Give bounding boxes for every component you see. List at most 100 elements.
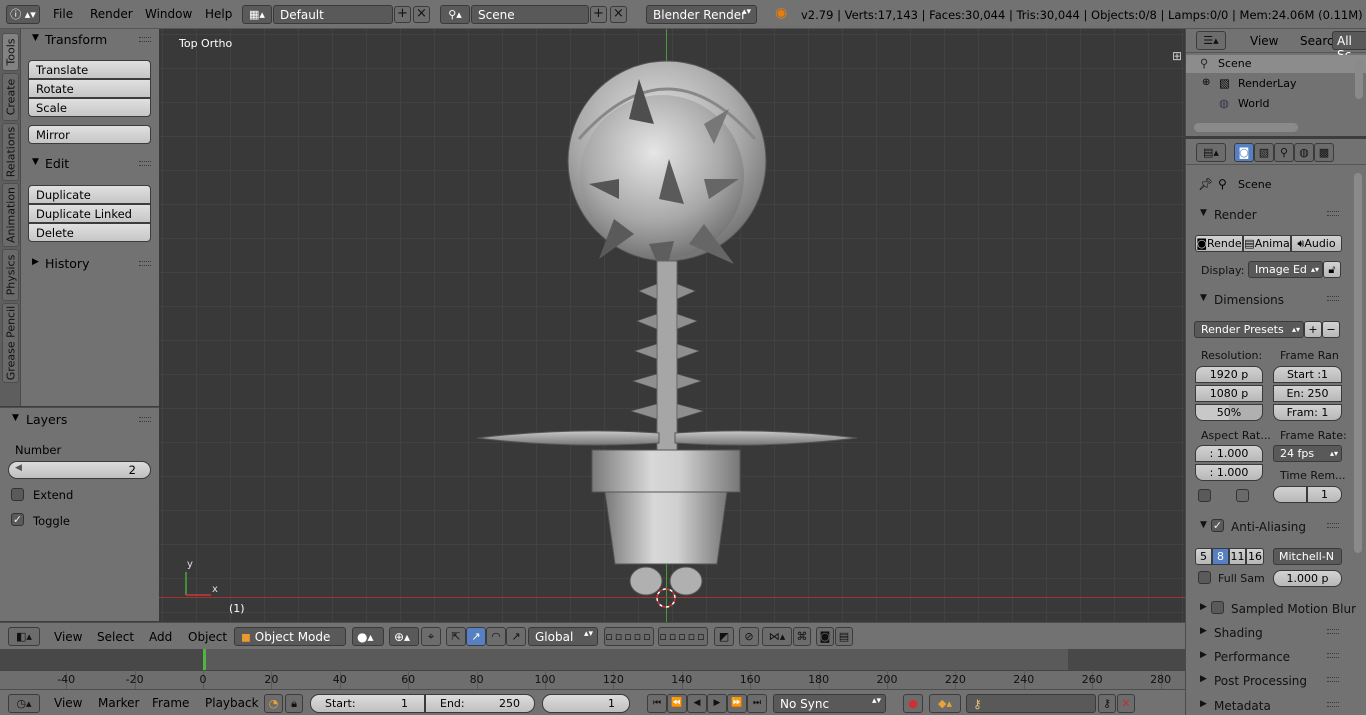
layer-number-field[interactable]: ◀ 2 — [8, 461, 151, 479]
scene-name[interactable]: Scene — [471, 5, 589, 24]
pivot-selector[interactable]: ⊕▴ — [389, 627, 419, 646]
jump-keyframe-forward-icon[interactable]: ⏩ — [727, 694, 747, 713]
resolution-y-field[interactable]: 1080 p — [1195, 385, 1263, 402]
context-layers-button[interactable]: ▧ — [1254, 143, 1274, 162]
context-render-button[interactable]: ◙ — [1234, 143, 1254, 162]
mirror-button[interactable]: Mirror — [28, 125, 151, 144]
properties-scrollbar[interactable] — [1354, 173, 1362, 553]
panel-grip-icon[interactable] — [139, 161, 151, 166]
anti-aliasing-checkbox[interactable]: ✓ — [1211, 519, 1224, 532]
add-screen-button[interactable]: + — [394, 6, 411, 23]
screen-layout-name[interactable]: Default — [273, 5, 393, 24]
panel-grip-icon[interactable] — [139, 37, 151, 42]
sampled-motion-blur-panel-header[interactable]: ▶ Sampled Motion Blur — [1186, 598, 1366, 620]
aa-samples-11[interactable]: 11 — [1229, 548, 1246, 565]
menu-render[interactable]: Render — [90, 7, 133, 21]
crop-checkbox[interactable] — [1236, 489, 1249, 502]
proportional-edit-button[interactable]: ⊘ — [739, 627, 759, 646]
render-animation-button[interactable]: ▤Anima — [1243, 235, 1291, 252]
panel-grip-icon[interactable] — [1327, 653, 1339, 658]
select-menu[interactable]: Select — [97, 630, 134, 644]
outliner-v-scrollbar[interactable] — [1355, 59, 1363, 99]
auto-keying-button[interactable]: ● — [903, 694, 923, 713]
menu-help[interactable]: Help — [205, 7, 232, 21]
menu-file[interactable]: File — [53, 7, 73, 21]
context-world-button[interactable]: ◍ — [1294, 143, 1314, 162]
jump-end-icon[interactable]: ⏭ — [747, 694, 767, 713]
preview-range-button[interactable]: ◔ — [264, 694, 283, 713]
viewport-shading-selector[interactable]: ●▴ — [352, 627, 384, 646]
play-icon[interactable]: ▶ — [707, 694, 727, 713]
transform-panel-header[interactable]: ▼ Transform — [0, 30, 159, 50]
layer-buttons-group-1[interactable]: ▫▫▫▫▫ — [604, 627, 654, 646]
render-animation-button[interactable]: ▤ — [835, 627, 853, 646]
time-remap-old-field[interactable] — [1273, 486, 1307, 503]
start-frame-field[interactable]: Start: 1 — [310, 694, 425, 713]
lock-interface-button[interactable]: 🔓︎ — [1323, 261, 1341, 278]
render-presets-selector[interactable]: Render Presets ▴▾ — [1194, 321, 1304, 338]
tab-grease-pencil[interactable]: Grease Pencil — [2, 303, 19, 383]
render-still-button[interactable]: ◙Rende — [1195, 235, 1243, 252]
scale-manipulator-button[interactable]: ◠ — [486, 627, 506, 646]
dimensions-panel-header[interactable]: ▼ Dimensions — [1186, 289, 1366, 311]
render-audio-button[interactable]: 🔊︎Audio — [1291, 235, 1342, 252]
duplicate-linked-button[interactable]: Duplicate Linked — [28, 204, 151, 223]
delete-button[interactable]: Delete — [28, 223, 151, 242]
transform-orientation-selector[interactable]: Global ▴▾ — [528, 627, 598, 646]
manipulator-toggle-button[interactable]: ⌖ — [421, 627, 441, 646]
object-menu[interactable]: Object — [188, 630, 227, 644]
render-engine-selector[interactable]: Blender Render ▴▾ — [646, 5, 757, 24]
lock-camera-button[interactable]: ◩ — [714, 627, 734, 646]
duplicate-button[interactable]: Duplicate — [28, 185, 151, 204]
panel-grip-icon[interactable] — [1327, 677, 1339, 682]
keying-set-selector[interactable]: ◆▴ — [929, 694, 961, 713]
editor-type-info-button[interactable]: ⓘ ▴▾ — [6, 5, 40, 24]
panel-grip-icon[interactable] — [139, 417, 151, 422]
editor-type-outliner-button[interactable]: ☰▴ — [1196, 31, 1226, 50]
panel-grip-icon[interactable] — [1327, 523, 1339, 528]
scale-manipulator-button-2[interactable]: ↗ — [506, 627, 526, 646]
panel-grip-icon[interactable] — [139, 261, 151, 266]
extend-checkbox[interactable] — [11, 488, 24, 501]
frame-menu[interactable]: Frame — [152, 696, 189, 710]
add-menu[interactable]: Add — [149, 630, 172, 644]
current-frame-marker[interactable] — [203, 649, 206, 670]
lock-range-button[interactable]: 🔒︎ — [285, 694, 303, 713]
sync-mode-selector[interactable]: No Sync ▴▾ — [773, 694, 886, 713]
context-texture-button[interactable]: ▩ — [1314, 143, 1334, 162]
pin-icon[interactable]: 📌︎ — [1198, 177, 1213, 191]
layers-panel-header[interactable]: ▼ Layers — [0, 410, 159, 430]
outliner-row-renderlayers[interactable]: ⊕ ▧ RenderLay — [1186, 75, 1366, 93]
timeline-view-menu[interactable]: View — [54, 696, 82, 710]
mode-selector[interactable]: ◼ Object Mode — [234, 627, 346, 646]
motion-blur-checkbox[interactable] — [1211, 601, 1224, 614]
frame-step-field[interactable]: Fram: 1 — [1273, 404, 1342, 421]
jump-start-icon[interactable]: ⏮ — [647, 694, 667, 713]
rotate-button[interactable]: Rotate — [28, 79, 151, 98]
end-frame-field[interactable]: End: 250 — [425, 694, 535, 713]
outliner-view-menu[interactable]: View — [1250, 34, 1278, 48]
remove-preset-button[interactable]: − — [1322, 321, 1340, 338]
marker-menu[interactable]: Marker — [98, 696, 139, 710]
expand-plus-icon[interactable]: ⊕ — [1202, 77, 1210, 88]
toggle-checkbox[interactable]: ✓ — [11, 513, 24, 526]
editor-type-timeline-button[interactable]: ◷▴ — [8, 694, 40, 713]
delete-keyframe-button[interactable]: ✕ — [1117, 694, 1135, 713]
scene-selector[interactable]: ⚲▴ — [440, 5, 470, 24]
scale-button[interactable]: Scale — [28, 98, 151, 117]
jump-keyframe-back-icon[interactable]: ⏪ — [667, 694, 687, 713]
aa-samples-16[interactable]: 16 — [1246, 548, 1264, 565]
metadata-panel-header[interactable]: ▶ Metadata — [1186, 695, 1366, 715]
shading-panel-header[interactable]: ▶ Shading — [1186, 622, 1366, 644]
translate-manipulator-button[interactable]: ⇱ — [446, 627, 466, 646]
view-menu[interactable]: View — [54, 630, 82, 644]
resolution-percentage-slider[interactable]: 50% — [1195, 404, 1263, 421]
tab-animation[interactable]: Animation — [2, 183, 19, 247]
screen-layout-selector[interactable]: ▦▴ — [242, 5, 272, 24]
outliner-display-filter[interactable]: All Sc — [1332, 31, 1366, 62]
editor-type-properties-button[interactable]: ▤▴ — [1196, 143, 1226, 162]
add-preset-button[interactable]: + — [1304, 321, 1322, 338]
outliner-row-scene[interactable]: ⚲ Scene — [1186, 55, 1366, 73]
outliner-row-world[interactable]: ◍ World — [1186, 95, 1366, 113]
play-reverse-icon[interactable]: ◀ — [687, 694, 707, 713]
